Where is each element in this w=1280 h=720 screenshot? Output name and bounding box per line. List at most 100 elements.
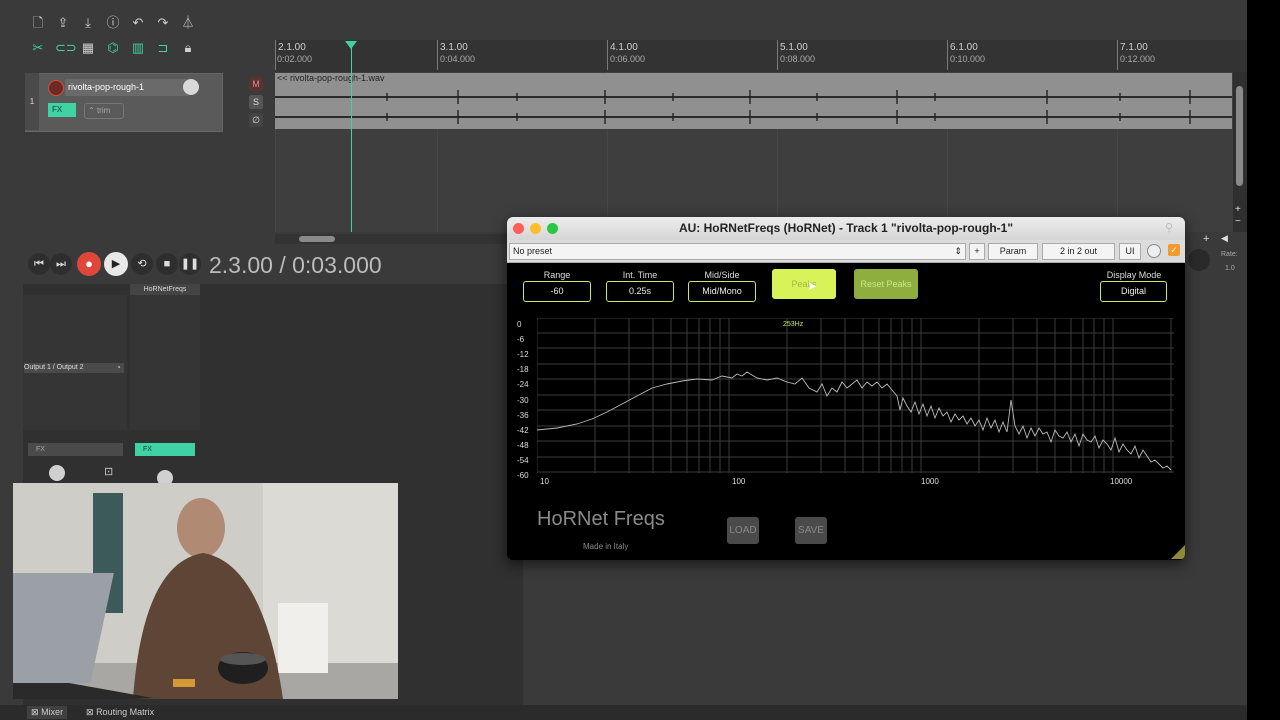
- snap-icon[interactable]: ⊐: [155, 40, 171, 56]
- add-preset-button[interactable]: +: [969, 243, 985, 260]
- loop-button[interactable]: ⟲: [131, 253, 153, 275]
- metronome-icon[interactable]: ⏃: [180, 15, 196, 31]
- zoom-out-icon[interactable]: −: [1235, 216, 1241, 227]
- ruler-tick: [607, 40, 608, 70]
- bypass-checkbox[interactable]: ✓: [1168, 244, 1180, 256]
- mixer-fx-button[interactable]: FX: [28, 443, 123, 456]
- redo-icon[interactable]: ↷: [155, 15, 171, 31]
- param-button[interactable]: Param: [988, 243, 1038, 260]
- record-button[interactable]: ●: [77, 252, 101, 276]
- playhead-marker-icon[interactable]: [345, 41, 357, 49]
- collapse-icon[interactable]: ◀: [1221, 233, 1228, 244]
- mute-button[interactable]: M: [249, 77, 263, 91]
- ripple-edit-icon[interactable]: ✂: [30, 40, 46, 56]
- range-field[interactable]: -60: [523, 281, 591, 302]
- wet-knob[interactable]: [1147, 244, 1161, 258]
- open-project-icon[interactable]: ⇪: [55, 15, 71, 31]
- track-number: 1: [25, 73, 39, 130]
- mixer-tab-icon: ⊠: [31, 707, 39, 717]
- envelope-lock-icon[interactable]: ⌬: [105, 40, 121, 56]
- db-label: -60: [517, 471, 529, 480]
- plugin-window: AU: HoRNetFreqs (HoRNet) - Track 1 "rivo…: [507, 217, 1185, 560]
- tab-mixer[interactable]: ⊠ Mixer: [27, 706, 68, 719]
- pan-knob[interactable]: [49, 465, 65, 481]
- db-label: -18: [517, 365, 529, 374]
- ruler-tick: [437, 40, 438, 70]
- preset-select[interactable]: No preset ⇕: [509, 243, 966, 260]
- ruler-tick: [1117, 40, 1118, 70]
- scroll-thumb[interactable]: [1236, 86, 1243, 186]
- new-project-icon[interactable]: 🗋: [30, 15, 46, 31]
- plugin-brand: HoRNet Freqs: [537, 508, 665, 530]
- add-icon[interactable]: +: [1203, 233, 1209, 245]
- item-grouping-icon[interactable]: ⊂⊃: [55, 40, 77, 56]
- display-mode-field[interactable]: Digital: [1100, 281, 1167, 302]
- zoom-in-icon[interactable]: +: [1235, 204, 1241, 215]
- ruler-bar-label: 4.1.00: [610, 42, 638, 53]
- range-label: Range: [543, 270, 571, 280]
- tab-routing-matrix[interactable]: ⊠ Routing Matrix: [82, 706, 158, 719]
- pin-icon[interactable]: ⚲: [1165, 221, 1173, 234]
- output-label[interactable]: Output 1 / Output 2: [24, 363, 124, 373]
- webcam-image: [13, 483, 398, 699]
- display-mode-label: Display Mode: [1106, 270, 1162, 280]
- go-to-start-button[interactable]: ⏮: [28, 253, 50, 275]
- reset-peaks-button[interactable]: Reset Peaks: [854, 269, 918, 299]
- fx-button[interactable]: FX: [48, 103, 76, 117]
- made-in-label: Made in Italy: [583, 542, 629, 551]
- playrate-knob[interactable]: [1188, 249, 1210, 271]
- snap-grid-icon[interactable]: ▥: [130, 40, 146, 56]
- int-time-field[interactable]: 0.25s: [606, 281, 674, 302]
- stop-button[interactable]: ■: [156, 253, 178, 275]
- ruler-bar-label: 5.1.00: [780, 42, 808, 53]
- scroll-thumb[interactable]: [299, 236, 335, 242]
- minimize-window-button[interactable]: [530, 223, 541, 234]
- transport-position: 2.3.00 / 0:03.000: [209, 252, 382, 278]
- midside-field[interactable]: Mid/Mono: [688, 281, 756, 302]
- solo-button[interactable]: S: [249, 95, 263, 109]
- peaks-button[interactable]: Peaks: [772, 269, 836, 299]
- close-window-button[interactable]: [513, 223, 524, 234]
- horizontal-scrollbar[interactable]: [275, 234, 507, 244]
- docker-tab-bar: ⊠ Mixer ⊠ Routing Matrix: [0, 705, 1247, 720]
- ruler-bar-label: 7.1.00: [1120, 42, 1148, 53]
- undo-icon[interactable]: ↶: [130, 15, 146, 31]
- zoom-window-button[interactable]: [547, 223, 558, 234]
- ruler-time-label: 0:08.000: [780, 54, 816, 64]
- pause-button[interactable]: ❚❚: [179, 253, 201, 275]
- track-name-field[interactable]: rivolta-pop-rough-1: [65, 79, 188, 96]
- save-project-icon[interactable]: ⤓: [80, 15, 96, 31]
- toolbar-area: [275, 0, 1247, 40]
- chevron-updown-icon: ⇕: [954, 246, 962, 256]
- io-routing-icon[interactable]: ⊡: [104, 465, 113, 478]
- hz-label: 100: [732, 477, 746, 486]
- phase-button[interactable]: ∅: [249, 113, 263, 127]
- ui-button[interactable]: UI: [1119, 243, 1141, 260]
- ruler-time-label: 0:06.000: [610, 54, 646, 64]
- project-settings-icon[interactable]: ⓘ: [105, 15, 121, 31]
- io-button[interactable]: 2 in 2 out: [1042, 243, 1115, 260]
- timeline-ruler[interactable]: 2.1.00 0:02.000 3.1.00 0:04.000 4.1.00 0…: [275, 40, 1247, 72]
- ruler-time-label: 0:12.000: [1120, 54, 1156, 64]
- ruler-time-label: 0:04.000: [440, 54, 476, 64]
- grid-icon[interactable]: ▦: [80, 40, 96, 56]
- trim-button[interactable]: ⌃ trim: [84, 103, 124, 119]
- playhead[interactable]: [351, 45, 352, 232]
- mixer-fx-label: FX: [143, 446, 152, 453]
- media-item[interactable]: << rivolta-pop-rough-1.wav: [275, 73, 1232, 129]
- volume-knob[interactable]: [183, 79, 199, 95]
- lock-icon[interactable]: 🔒︎: [180, 40, 196, 56]
- play-button[interactable]: ▶: [104, 252, 128, 276]
- plugin-title-bar[interactable]: AU: HoRNetFreqs (HoRNet) - Track 1 "rivo…: [507, 217, 1185, 240]
- output-knob-icon[interactable]: ◔: [116, 363, 121, 372]
- record-arm-button[interactable]: [48, 80, 64, 96]
- ruler-time-label: 0:10.000: [950, 54, 986, 64]
- save-button[interactable]: SAVE: [795, 517, 827, 544]
- go-to-end-button[interactable]: ⏭: [50, 253, 72, 275]
- plugin-header-bar: No preset ⇕ + Param 2 in 2 out UI ✓: [507, 240, 1185, 263]
- resize-handle-icon[interactable]: [1171, 545, 1185, 559]
- mixer-fx-button-active[interactable]: FX: [135, 443, 195, 456]
- load-button[interactable]: LOAD: [727, 517, 759, 544]
- ruler-tick: [777, 40, 778, 70]
- spectrum-graph: [537, 318, 1174, 473]
